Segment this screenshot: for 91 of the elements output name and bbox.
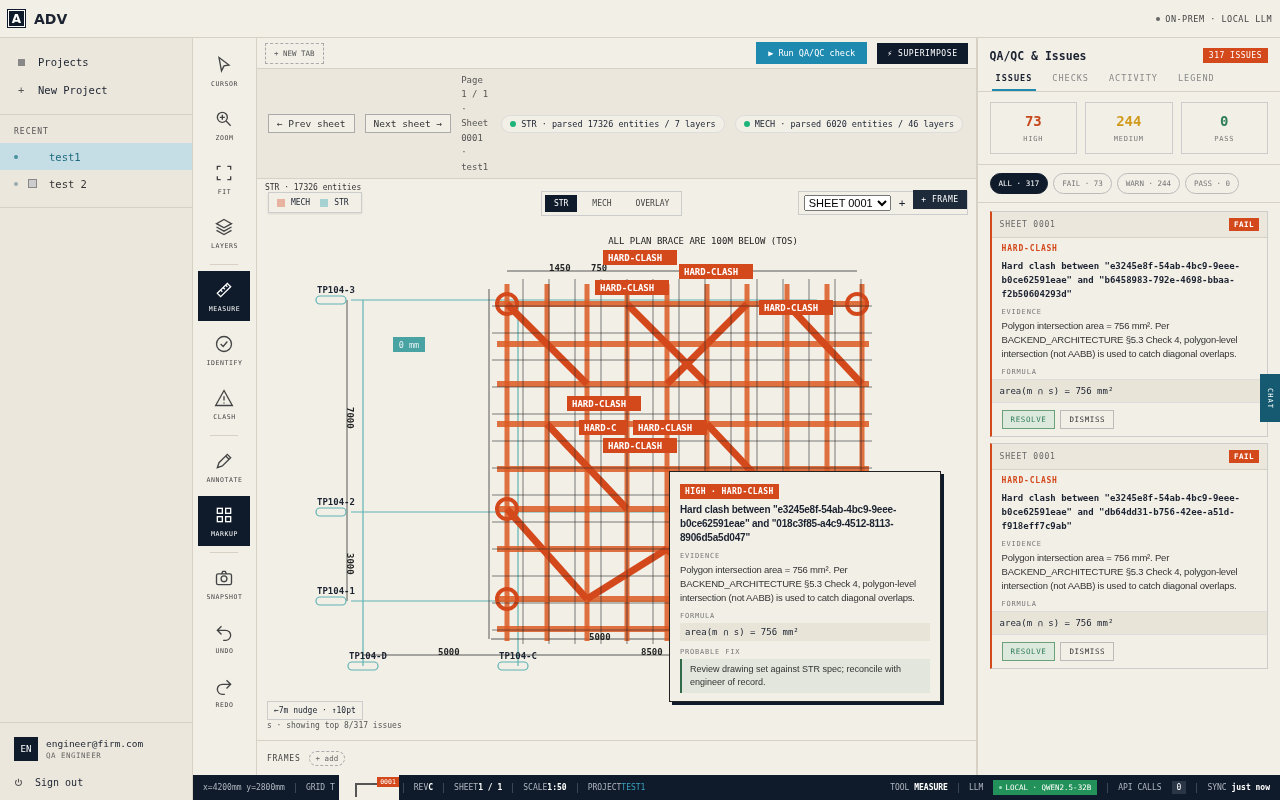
clash-tag[interactable]: HARD-CLASH	[566, 396, 641, 411]
view-tab[interactable]: OVERLAY	[626, 195, 679, 212]
grid-bubble-icon	[315, 596, 347, 606]
fix-text: Review drawing set against STR spec; reconcile with engineer of record.	[679, 659, 930, 693]
panel-tab[interactable]: ISSUES	[991, 67, 1037, 91]
nav-item[interactable]: + New Project	[0, 76, 192, 104]
status-item: REVC	[413, 783, 434, 792]
sheet-select[interactable]: SHEET 0001	[803, 195, 891, 211]
parse-status-chip: MECH · parsed 6020 entities / 46 layers	[734, 114, 964, 133]
grid-label: TP104-D	[348, 651, 387, 661]
grid-bubble-icon	[315, 295, 347, 305]
recent-project-item[interactable]: test1	[0, 143, 192, 170]
sheet-label: SHEET 0001	[999, 220, 1056, 229]
stat-value: 73	[1024, 113, 1042, 129]
power-icon	[14, 778, 23, 787]
environment-status: ON-PREM · LOCAL LLM	[1165, 13, 1272, 24]
status-label: LLM	[968, 783, 984, 792]
next-sheet-button[interactable]: Next sheet →	[364, 114, 452, 133]
entity-count: STR · 17326 entities	[264, 183, 363, 192]
issue-title: Hard clash between "e3245e8f-54ab-4bc9-9eee-b0ce62591eae" and "b6458983-792e-4698-bbaa-f2b50604293d"	[1001, 260, 1241, 301]
clash-tag[interactable]: HARD-C	[578, 420, 628, 435]
status-item: GRID T	[305, 783, 335, 792]
legend-label: STR	[334, 198, 349, 207]
formula-text: area(m ∩ s) = 756 mm²	[991, 611, 1267, 635]
warning-icon	[214, 387, 235, 408]
app-logo: A	[8, 10, 25, 27]
grid-label: TP104-2	[316, 497, 355, 507]
legend-label: MECH	[290, 198, 311, 207]
clash-tag[interactable]: HARD-CLASH	[602, 250, 677, 265]
recent-project-item[interactable]: test 2	[0, 170, 192, 197]
dimension-label: 5000	[588, 632, 611, 642]
add-frame-button[interactable]: + FRAME	[913, 189, 967, 209]
run-check-button[interactable]: ▶ Run QA/QC check	[756, 42, 868, 64]
prev-sheet-button[interactable]: ← Prev sheet	[267, 114, 355, 133]
issue-title: Hard clash between "e3245e8f-54ab-4bc9-9eee-b0ce62591eae" and "db64dd31-b756-42ee-a51d-f918eff7c9ab"	[1001, 492, 1241, 533]
clash-tag[interactable]: HARD-CLASH	[758, 300, 833, 315]
dimension-label: 1450	[548, 263, 571, 273]
drawing-note: ALL PLAN BRACE ARE 100M BELOW (TOS)	[608, 236, 798, 246]
user-email: engineer@firm.com	[46, 738, 144, 749]
view-tab[interactable]: STR	[544, 195, 578, 212]
dimension-label: 5000	[437, 647, 460, 657]
formula-text: area(m ∩ s) = 756 mm²	[679, 623, 930, 641]
tooltip-title: Hard clash between "e3245e8f-54ab-4bc9-9eee-b0ce62591eae" and "018c3f85-a4c9-4512-8113-8906d5a5d047"	[679, 503, 897, 545]
status-item: SCALE1:50	[523, 783, 567, 792]
status-label: API CALLS	[1118, 783, 1162, 792]
issue-count-badge: 317 ISSUES	[1202, 48, 1268, 63]
status-item: x=4200mm y=2800mm	[203, 783, 285, 792]
evidence-text: Polygon intersection area = 756 mm². Per BACKEND_ARCHITECTURE §5.3 Check 4, polygon-level intersection (not AABB) is used to catch diagonal overlaps.	[679, 563, 917, 605]
sheet-label: SHEET 0001	[999, 452, 1056, 461]
status-dot-icon	[1156, 16, 1161, 21]
check-circle-icon	[214, 333, 235, 354]
issue-count-note: s · showing top 8/317 issues	[266, 721, 402, 730]
grid-label: TP104-1	[316, 586, 355, 596]
dimension-label: 3000	[344, 553, 355, 575]
evidence-text: Polygon intersection area = 756 mm². Per BACKEND_ARCHITECTURE §5.3 Check 4, polygon-level intersection (not AABB) is used to catch diagonal overlaps.	[1001, 551, 1239, 593]
issue-type: HARD-CLASH	[1001, 476, 1059, 485]
frames-label: FRAMES	[266, 753, 301, 763]
layers-icon	[214, 216, 235, 237]
superimpose-button[interactable]: ⚡ SUPERIMPOSE	[877, 42, 968, 64]
user-avatar: EN	[14, 737, 38, 761]
nudge-hint: ←7m nudge · ↑10pt	[266, 701, 363, 720]
issue-type: HARD-CLASH	[1001, 244, 1059, 253]
evidence-text: Polygon intersection area = 756 mm². Per BACKEND_ARCHITECTURE §5.3 Check 4, polygon-level intersection (not AABB) is used to catch diagonal overlaps.	[1001, 319, 1239, 361]
dimension-label: 8500	[640, 647, 663, 657]
parse-status-chip: STR · parsed 17326 entities / 7 layers	[501, 114, 725, 133]
api-call-count: 0	[1171, 781, 1187, 794]
view-tab[interactable]: MECH	[583, 195, 621, 212]
clash-tag[interactable]: HARD-CLASH	[632, 420, 707, 435]
status-item: SHEET1 / 1	[454, 783, 503, 792]
grid-label: TP104-C	[498, 651, 537, 661]
severity-tag: HIGH · HARD-CLASH	[679, 484, 779, 499]
measure-badge-background	[392, 337, 425, 352]
section-title: RECENT	[13, 127, 50, 138]
panel-title: QA/QC & Issues	[989, 48, 1087, 63]
stat-value: 0	[1220, 113, 1229, 129]
stat-value: 244	[1116, 113, 1142, 129]
page-info: Page 1 / 1 · Sheet 0001 · test1	[461, 73, 490, 174]
sign-out-link[interactable]: Sign out	[35, 777, 84, 788]
clash-tag[interactable]: HARD-CLASH	[678, 264, 753, 279]
status-item: SYNC just now	[1207, 783, 1270, 792]
grid-bubble-icon	[315, 507, 347, 517]
app-name: ADV	[34, 10, 68, 27]
status-item: TOOL MEASURE	[890, 783, 948, 792]
clash-tag[interactable]: HARD-CLASH	[594, 280, 669, 295]
nav-item[interactable]: Projects	[0, 48, 192, 76]
clash-tag[interactable]: HARD-CLASH	[602, 438, 677, 453]
dimension-label: 7000	[344, 407, 355, 429]
status-item: PROJECTTEST1	[587, 783, 646, 792]
add-icon[interactable]: +	[898, 196, 906, 210]
grid-label: TP104-3	[316, 285, 355, 295]
measure-value: 0 mm	[398, 340, 420, 350]
